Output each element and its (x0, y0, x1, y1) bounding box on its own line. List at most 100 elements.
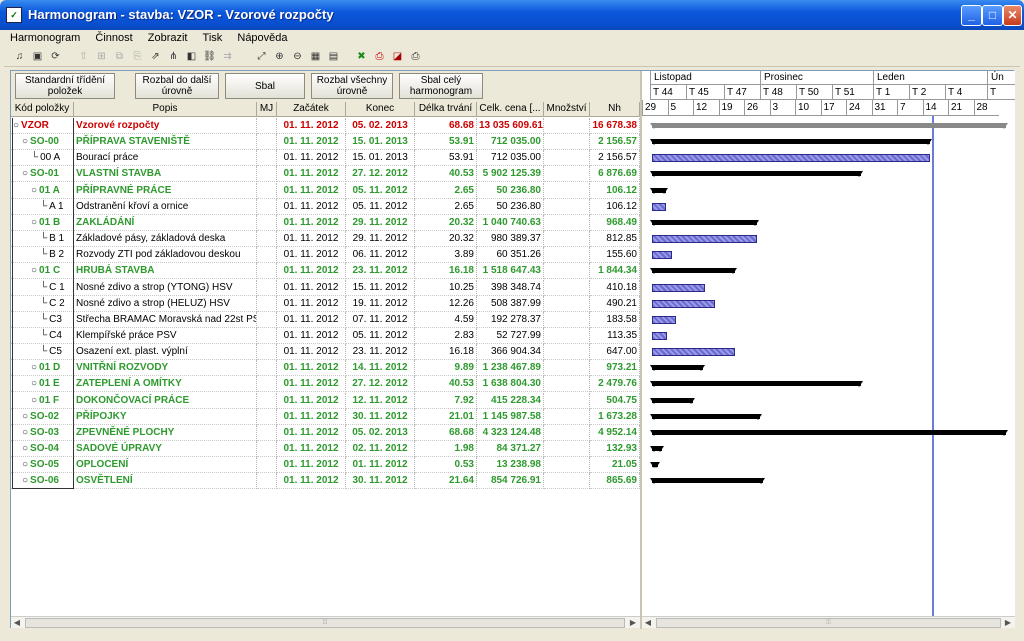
cell-qty[interactable] (544, 198, 590, 215)
cell-start[interactable]: 01. 11. 2012 (277, 214, 346, 231)
cell-price[interactable]: 5 902 125.39 (477, 166, 544, 183)
cell-end[interactable]: 12. 11. 2012 (346, 392, 415, 409)
cell-price[interactable]: 50 236.80 (477, 198, 544, 215)
expand-toggle-icon[interactable]: ○ (13, 120, 19, 131)
table-hscrollbar[interactable]: ◀ ⦙⦙⦙ ▶ (11, 616, 640, 628)
cell-end[interactable]: 05. 11. 2012 (346, 198, 415, 215)
columns-icon[interactable]: ▤ (326, 49, 341, 64)
cell-end[interactable]: 27. 12. 2012 (346, 376, 415, 393)
cell-mj[interactable] (257, 360, 277, 377)
cell-dur[interactable]: 2.83 (415, 327, 477, 344)
cell-nh[interactable]: 155.60 (590, 247, 640, 264)
cell-qty[interactable] (544, 150, 590, 167)
cell-qty[interactable] (544, 182, 590, 199)
cell-price[interactable]: 1 638 804.30 (477, 376, 544, 393)
cell-price[interactable]: 13 238.98 (477, 457, 544, 474)
menu-harmonogram[interactable]: Harmonogram (4, 30, 86, 47)
cell-desc[interactable]: Osazení ext. plast. výplní (74, 344, 257, 361)
cell-desc[interactable]: PŘÍPOJKY (74, 408, 257, 425)
fit-icon[interactable]: ⤢ (254, 49, 269, 64)
cell-start[interactable]: 01. 11. 2012 (277, 118, 346, 134)
cell-desc[interactable]: Odstranění křoví a ornice (74, 198, 257, 215)
cell-price[interactable]: 13 035 609.61 (477, 118, 544, 134)
cell-mj[interactable] (257, 150, 277, 167)
cell-nh[interactable]: 973.21 (590, 360, 640, 377)
cell-nh[interactable]: 183.58 (590, 311, 640, 328)
cell-code[interactable]: ○ SO-03 (11, 424, 74, 441)
cell-qty[interactable] (544, 392, 590, 409)
gantt-summary-bar[interactable] (649, 268, 738, 275)
cell-end[interactable]: 02. 11. 2012 (346, 441, 415, 457)
cell-mj[interactable] (257, 231, 277, 248)
cell-start[interactable]: 01. 11. 2012 (277, 473, 346, 490)
cell-desc[interactable]: Základové pásy, základová deska (74, 231, 257, 248)
cell-price[interactable]: 854 726.91 (477, 473, 544, 490)
cell-end[interactable]: 06. 11. 2012 (346, 247, 415, 264)
cell-desc[interactable]: Vzorové rozpočty (74, 118, 257, 134)
cell-end[interactable]: 14. 11. 2012 (346, 360, 415, 377)
resources-icon[interactable]: ◧ (184, 49, 199, 64)
cell-dur[interactable]: 2.65 (415, 182, 477, 199)
expand-toggle-icon[interactable]: ○ (31, 395, 37, 406)
cell-desc[interactable]: ZPEVNĚNÉ PLOCHY (74, 424, 257, 441)
cell-start[interactable]: 01. 11. 2012 (277, 311, 346, 328)
cell-nh[interactable]: 106.12 (590, 198, 640, 215)
cell-desc[interactable]: Nosné zdivo a strop (YTONG) HSV (74, 279, 257, 296)
cell-qty[interactable] (544, 360, 590, 377)
cell-dur[interactable]: 21.64 (415, 473, 477, 490)
cell-nh[interactable]: 16 678.38 (590, 118, 640, 134)
scroll-right-icon[interactable]: ▶ (627, 617, 639, 629)
cell-qty[interactable] (544, 295, 590, 312)
collapse-button[interactable]: Sbal (225, 73, 305, 99)
cell-code[interactable]: ○ 01 F (11, 392, 74, 409)
cell-qty[interactable] (544, 457, 590, 474)
cell-dur[interactable]: 7.92 (415, 392, 477, 409)
cell-desc[interactable]: Klempířské práce PSV (74, 327, 257, 344)
cell-mj[interactable] (257, 457, 277, 474)
cell-dur[interactable]: 40.53 (415, 376, 477, 393)
cell-mj[interactable] (257, 392, 277, 409)
cell-dur[interactable]: 53.91 (415, 134, 477, 151)
cell-code[interactable]: ○ SO-01 (11, 166, 74, 183)
cell-dur[interactable]: 16.18 (415, 344, 477, 361)
expand-toggle-icon[interactable]: ○ (22, 459, 28, 470)
cell-mj[interactable] (257, 214, 277, 231)
cell-end[interactable]: 19. 11. 2012 (346, 295, 415, 312)
menu-napoveda[interactable]: Nápověda (231, 30, 293, 47)
cell-code[interactable]: ○ SO-04 (11, 441, 74, 457)
cell-start[interactable]: 01. 11. 2012 (277, 231, 346, 248)
cell-mj[interactable] (257, 279, 277, 296)
gantt-summary-bar[interactable] (649, 446, 665, 452)
cell-code[interactable]: ○ VZOR (11, 118, 74, 134)
cell-end[interactable]: 07. 11. 2012 (346, 311, 415, 328)
cell-qty[interactable] (544, 376, 590, 393)
cell-price[interactable]: 84 371.27 (477, 441, 544, 457)
scroll-left-icon[interactable]: ◀ (11, 617, 23, 629)
collapse-all-button[interactable]: Sbal celý harmonogram (399, 73, 483, 99)
cell-price[interactable]: 60 351.26 (477, 247, 544, 264)
cell-start[interactable]: 01. 11. 2012 (277, 182, 346, 199)
move-up-icon[interactable]: ⇧ (76, 49, 91, 64)
cell-qty[interactable] (544, 344, 590, 361)
expand-toggle-icon[interactable]: ○ (22, 136, 28, 147)
refresh-icon[interactable]: ⟳ (48, 49, 63, 64)
menu-cinnost[interactable]: Činnost (89, 30, 138, 47)
cell-dur[interactable]: 21.01 (415, 408, 477, 425)
cell-mj[interactable] (257, 327, 277, 344)
col-header-start[interactable]: Začátek (277, 102, 346, 117)
cell-start[interactable]: 01. 11. 2012 (277, 134, 346, 151)
maximize-button[interactable]: □ (982, 5, 1003, 26)
cell-price[interactable]: 1 518 647.43 (477, 263, 544, 280)
cell-mj[interactable] (257, 166, 277, 183)
cell-dur[interactable]: 12.26 (415, 295, 477, 312)
cell-code[interactable]: └ C3 (11, 311, 74, 328)
cell-desc[interactable]: OPLOCENÍ (74, 457, 257, 474)
save-icon[interactable]: ▣ (30, 49, 45, 64)
cell-dur[interactable]: 20.32 (415, 214, 477, 231)
insert-icon[interactable]: ⊞ (94, 49, 109, 64)
gantt-summary-bar[interactable] (650, 381, 863, 388)
cell-end[interactable]: 05. 11. 2012 (346, 327, 415, 344)
cell-qty[interactable] (544, 279, 590, 296)
cell-dur[interactable]: 20.32 (415, 231, 477, 248)
copy-icon[interactable]: ⧉ (112, 49, 127, 64)
